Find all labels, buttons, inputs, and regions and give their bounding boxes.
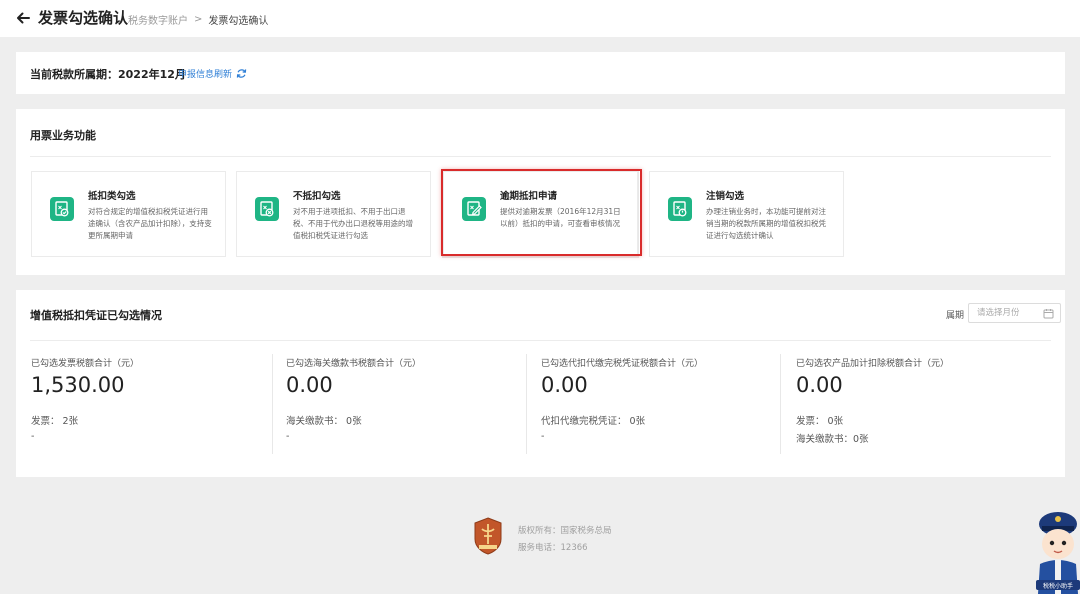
breadcrumb-separator: > bbox=[194, 14, 203, 25]
assistant-mascot-icon[interactable]: 税税小助手 bbox=[1030, 502, 1080, 594]
stat-label: 已勾选发票税额合计（元） bbox=[31, 359, 140, 369]
stat-detail: 海关缴款书：0张 bbox=[796, 434, 869, 445]
footer-phone: 服务电话：12366 bbox=[518, 543, 588, 553]
period-month-placeholder: 请选择月份 bbox=[977, 308, 1020, 318]
summary-section-title: 增值税抵扣凭证已勾选情况 bbox=[30, 309, 162, 322]
stat-value: 1,530.00 bbox=[31, 373, 125, 397]
stat-detail: 代扣代缴完税凭证： 0张 bbox=[541, 416, 646, 427]
invoice-edit-icon bbox=[462, 197, 486, 221]
func-name: 不抵扣勾选 bbox=[293, 191, 341, 202]
stat-separator bbox=[272, 354, 273, 454]
stat-details: 发票： 0张 海关缴款书：0张 bbox=[796, 413, 1036, 445]
stat-detail: 海关缴款书： 0张 bbox=[286, 416, 362, 427]
calendar-icon bbox=[1043, 309, 1054, 319]
func-name: 注销勾选 bbox=[706, 191, 745, 202]
stat-detail: 发票： 2张 bbox=[31, 416, 79, 427]
tax-bureau-logo bbox=[474, 517, 502, 555]
stat-value: 0.00 bbox=[286, 373, 333, 397]
refresh-declaration-label: 申报信息刷新 bbox=[178, 70, 233, 80]
top-bar: 发票勾选确认 税务数字账户 > 发票勾选确认 bbox=[0, 0, 1080, 37]
assistant-label: 税税小助手 bbox=[1043, 582, 1073, 590]
stat-detail: 发票： 0张 bbox=[796, 416, 844, 427]
back-arrow-icon[interactable] bbox=[14, 9, 32, 27]
refresh-icon bbox=[236, 69, 247, 78]
func-overdue-deduction-application[interactable]: 逾期抵扣申请 提供对逾期发票（2016年12月31日以前）抵扣的申请，可查看审核… bbox=[443, 171, 638, 257]
stat-dash: - bbox=[31, 431, 35, 442]
functions-section-title: 用票业务功能 bbox=[30, 129, 96, 142]
functions-divider bbox=[30, 156, 1051, 157]
breadcrumb-parent-link[interactable]: 税务数字账户 bbox=[128, 12, 188, 27]
stat-label: 已勾选海关缴款书税额合计（元） bbox=[286, 359, 422, 369]
stat-separator bbox=[526, 354, 527, 454]
func-desc: 提供对逾期发票（2016年12月31日以前）抵扣的申请，可查看审核情况 bbox=[500, 207, 621, 228]
stat-separator bbox=[780, 354, 781, 454]
stat-value: 0.00 bbox=[541, 373, 588, 397]
footer-copyright: 版权所有：国家税务总局 bbox=[518, 526, 612, 536]
refresh-declaration-link[interactable]: 申报信息刷新 bbox=[178, 67, 247, 80]
func-deductible-selection[interactable]: 抵扣类勾选 对符合规定的增值税扣税凭证进行用途确认（含农产品加计扣除），支持变更… bbox=[31, 171, 226, 257]
tax-period-card: 当前税款所属期：2022年12月 申报信息刷新 bbox=[16, 52, 1065, 94]
page-title: 发票勾选确认 bbox=[38, 9, 129, 27]
stat-label: 已勾选农产品加计扣除税额合计（元） bbox=[796, 359, 950, 369]
invoice-check-icon bbox=[50, 197, 74, 221]
breadcrumb: 税务数字账户 > 发票勾选确认 bbox=[128, 12, 268, 27]
func-desc: 对不用于进项抵扣、不用于出口退税、不用于代办出口退税等用途的增值税扣税凭证进行勾… bbox=[293, 207, 413, 240]
tax-period-label: 当前税款所属期：2022年12月 bbox=[30, 68, 186, 81]
stat-invoice-tax: 已勾选发票税额合计（元） 1,530.00 发票： 2张 - bbox=[31, 356, 271, 442]
stat-agri-tax: 已勾选农产品加计扣除税额合计（元） 0.00 发票： 0张 海关缴款书：0张 bbox=[796, 356, 1036, 445]
stat-details: 海关缴款书： 0张 bbox=[286, 413, 526, 427]
summary-divider bbox=[30, 340, 1051, 341]
func-deregistration-selection[interactable]: 注销勾选 办理注销业务时，本功能可提前对注销当期的税款所属期的增值税扣税凭证进行… bbox=[649, 171, 844, 257]
stat-dash: - bbox=[541, 431, 545, 442]
period-month-picker[interactable]: 请选择月份 bbox=[968, 303, 1061, 323]
stat-dash: - bbox=[286, 431, 290, 442]
invoice-power-icon bbox=[668, 197, 692, 221]
stat-withholding-tax: 已勾选代扣代缴完税凭证税额合计（元） 0.00 代扣代缴完税凭证： 0张 - bbox=[541, 356, 781, 442]
func-name: 抵扣类勾选 bbox=[88, 191, 136, 202]
func-desc: 办理注销业务时，本功能可提前对注销当期的税款所属期的增值税扣税凭证进行勾选统计确… bbox=[706, 207, 826, 240]
breadcrumb-current: 发票勾选确认 bbox=[208, 16, 269, 27]
period-filter-label: 属期 bbox=[946, 311, 965, 321]
func-non-deductible-selection[interactable]: 不抵扣勾选 对不用于进项抵扣、不用于出口退税、不用于代办出口退税等用途的增值税扣… bbox=[236, 171, 431, 257]
invoice-cancel-icon bbox=[255, 197, 279, 221]
stat-value: 0.00 bbox=[796, 373, 843, 397]
stat-details: 发票： 2张 bbox=[31, 413, 271, 427]
invoice-functions-card: 用票业务功能 抵扣类勾选 对符合规定的增值税扣税凭证进行用途确认（含农产品加计扣… bbox=[16, 109, 1065, 275]
stat-customs-tax: 已勾选海关缴款书税额合计（元） 0.00 海关缴款书： 0张 - bbox=[286, 356, 526, 442]
stat-label: 已勾选代扣代缴完税凭证税额合计（元） bbox=[541, 359, 704, 369]
footer-text: 版权所有：国家税务总局 服务电话：12366 bbox=[518, 523, 612, 557]
selected-summary-card: 增值税抵扣凭证已勾选情况 属期 请选择月份 已勾选发票税额合计（元） 1,530… bbox=[16, 290, 1065, 477]
func-name: 逾期抵扣申请 bbox=[500, 191, 558, 202]
stat-details: 代扣代缴完税凭证： 0张 bbox=[541, 413, 781, 427]
func-desc: 对符合规定的增值税扣税凭证进行用途确认（含农产品加计扣除），支持变更所属期申请 bbox=[88, 207, 212, 240]
